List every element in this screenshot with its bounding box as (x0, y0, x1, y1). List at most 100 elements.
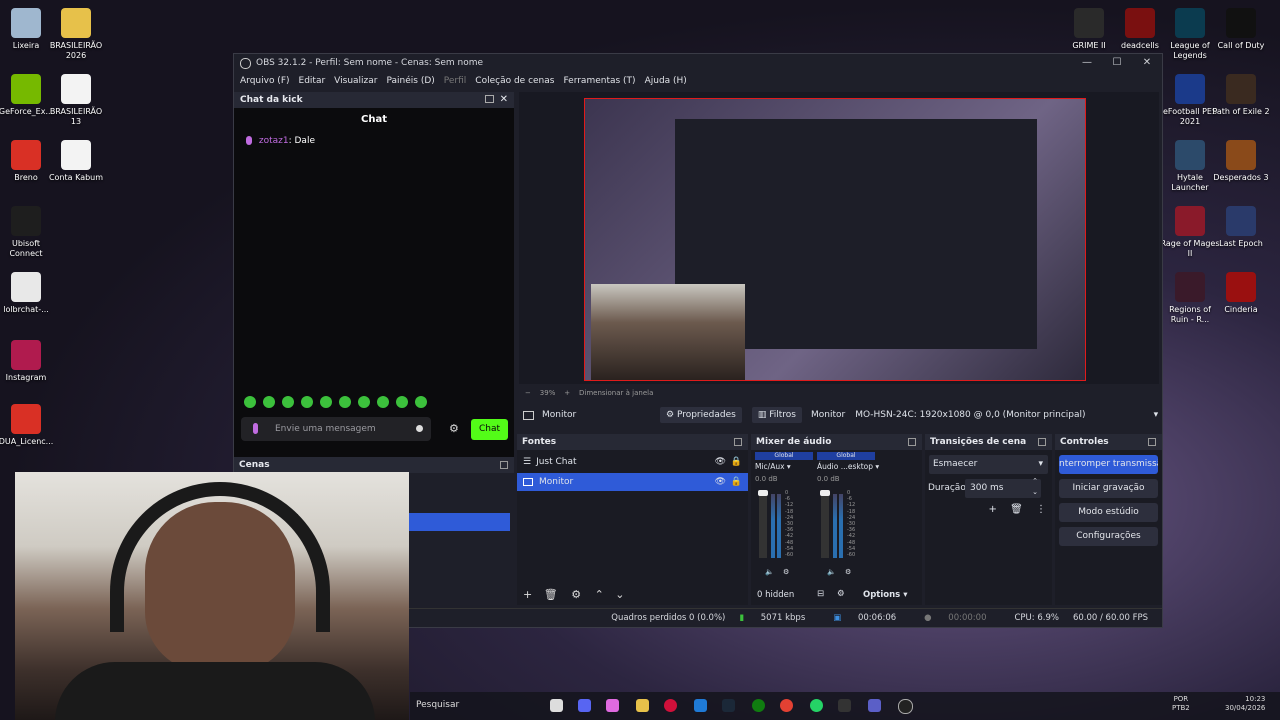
desktop-icon[interactable]: Path of Exile 2 (1211, 74, 1271, 117)
link-icon[interactable]: ⚙ (837, 589, 845, 599)
zoom-mode[interactable]: Dimensionar à janela (579, 389, 653, 397)
desktop-icon[interactable]: Call of Duty (1211, 8, 1271, 51)
copilot-icon[interactable] (606, 699, 619, 712)
opera-icon[interactable] (664, 699, 677, 712)
emote-icon[interactable] (301, 396, 313, 408)
edge-icon[interactable] (694, 699, 707, 712)
gear-icon[interactable]: ⚙ (449, 422, 459, 435)
menu-scene-collection[interactable]: Coleção de cenas (475, 76, 554, 86)
gear-icon[interactable]: ⚙ (571, 588, 581, 601)
display-select[interactable]: MO-HSN-24C: 1920x1080 @ 0,0 (Monitor pri… (855, 410, 1160, 420)
move-up-icon[interactable]: ⌃ (595, 588, 604, 601)
emote-icon[interactable] (339, 396, 351, 408)
obs-icon[interactable] (898, 699, 913, 714)
clock[interactable]: 10:23 30/04/2026 (1225, 695, 1265, 713)
source-item-just-chat[interactable]: ☰ Just Chat 👁 🔒 (517, 453, 748, 471)
emote-icon[interactable] (415, 396, 427, 408)
minimize-button[interactable]: — (1072, 54, 1102, 72)
hidden-count[interactable]: 0 hidden (757, 590, 794, 600)
channel-name[interactable]: Áudio ...esktop ▾ (817, 462, 879, 471)
lock-icon[interactable]: 🔒 (731, 457, 742, 467)
epic-icon[interactable] (838, 699, 851, 712)
whatsapp-icon[interactable] (810, 699, 823, 712)
trash-icon[interactable]: 🗑 (1010, 504, 1023, 515)
scene-item-selected[interactable] (404, 513, 510, 531)
preview-canvas[interactable] (584, 98, 1086, 381)
discord-icon[interactable] (578, 699, 591, 712)
transition-select[interactable]: Esmaecer ▾ (929, 455, 1048, 474)
menu-docks[interactable]: Painéis (D) (386, 76, 434, 86)
folder-icon[interactable] (636, 699, 649, 712)
zoom-out-icon[interactable]: − (525, 389, 531, 397)
language-indicator[interactable]: POR PTB2 (1172, 695, 1190, 713)
desktop-icon[interactable]: Cinderia (1211, 272, 1271, 315)
mute-icon[interactable]: 🔈 (827, 568, 836, 576)
menu-profile[interactable]: Perfil (444, 76, 467, 86)
emote-icon[interactable] (396, 396, 408, 408)
menu-tools[interactable]: Ferramentas (T) (563, 76, 635, 86)
volume-slider[interactable] (758, 490, 768, 558)
emote-icon[interactable] (244, 396, 256, 408)
desktop-icon[interactable]: Instagram (0, 340, 56, 383)
desktop-icon[interactable]: Desperados 3 (1211, 140, 1271, 183)
lock-icon[interactable]: 🔒 (731, 477, 742, 487)
slider-handle[interactable] (820, 490, 830, 496)
popout-icon[interactable] (500, 461, 508, 469)
chat-input[interactable]: Envie uma mensagem (241, 417, 431, 441)
eye-icon[interactable]: 👁 (715, 457, 726, 467)
maximize-button[interactable]: ☐ (1102, 54, 1132, 72)
mute-icon[interactable]: 🔈 (765, 568, 774, 576)
emote-icon[interactable] (320, 396, 332, 408)
steam-icon[interactable] (722, 699, 735, 712)
menu-edit[interactable]: Editar (299, 76, 326, 86)
studio-mode-button[interactable]: Modo estúdio (1059, 503, 1158, 522)
desktop-icon[interactable]: Ubisoft Connect (0, 206, 56, 259)
popout-icon[interactable] (734, 438, 742, 446)
start-recording-button[interactable]: Iniciar gravação (1059, 479, 1158, 498)
properties-button[interactable]: ⚙ Propriedades (660, 407, 742, 423)
add-icon[interactable]: + (523, 588, 532, 601)
source-item-monitor[interactable]: Monitor 👁 🔒 (517, 473, 748, 491)
emote-icon[interactable] (282, 396, 294, 408)
popout-icon[interactable] (1148, 438, 1156, 446)
popout-icon[interactable] (1038, 438, 1046, 446)
emote-icon[interactable] (377, 396, 389, 408)
popout-icon[interactable] (485, 95, 494, 103)
menu-help[interactable]: Ajuda (H) (645, 76, 687, 86)
menu-view[interactable]: Visualizar (334, 76, 377, 86)
teams-icon[interactable] (868, 699, 881, 712)
desktop-icon[interactable]: BRASILEIRÃO 13 (46, 74, 106, 127)
gear-icon[interactable]: ⚙ (845, 568, 851, 576)
emote-icon[interactable] (358, 396, 370, 408)
gear-icon[interactable]: ⚙ (783, 568, 789, 576)
more-icon[interactable]: ⋮ (1036, 504, 1046, 515)
emote-icon[interactable] (263, 396, 275, 408)
trash-icon[interactable]: 🗑 (544, 588, 558, 601)
emoji-icon[interactable] (416, 425, 423, 432)
search-box[interactable]: Pesquisar (416, 700, 459, 710)
chat-username[interactable]: zotaz1 (259, 136, 289, 146)
chat-send-button[interactable]: Chat (471, 419, 508, 440)
options-button[interactable]: Options ▾ (863, 590, 907, 600)
close-icon[interactable]: ✕ (500, 94, 508, 105)
popout-icon[interactable] (908, 438, 916, 446)
desktop-icon[interactable]: Last Epoch (1211, 206, 1271, 249)
move-down-icon[interactable]: ⌄ (615, 588, 624, 601)
stop-stream-button[interactable]: nterromper transmissã (1059, 455, 1158, 474)
xbox-icon[interactable] (752, 699, 765, 712)
channel-name[interactable]: Mic/Aux ▾ (755, 462, 813, 471)
menu-file[interactable]: Arquivo (F) (240, 76, 290, 86)
filters-button[interactable]: ▥ Filtros (751, 407, 802, 423)
slider-handle[interactable] (758, 490, 768, 496)
task-view-icon[interactable] (550, 699, 563, 712)
zoom-in-icon[interactable]: + (564, 389, 570, 397)
close-button[interactable]: ✕ (1132, 54, 1162, 72)
desktop-icon[interactable]: lolbrchat-... (0, 272, 56, 315)
add-icon[interactable]: + (989, 504, 997, 515)
chrome-icon[interactable] (780, 699, 793, 712)
settings-button[interactable]: Configurações (1059, 527, 1158, 546)
desktop-icon[interactable]: BRASILEIRÃO 2026 (46, 8, 106, 61)
desktop-icon[interactable]: Conta Kabum (46, 140, 106, 183)
desktop-icon[interactable]: DUA_Licenc... (0, 404, 56, 447)
layout-icon[interactable]: ⊟ (817, 589, 824, 599)
